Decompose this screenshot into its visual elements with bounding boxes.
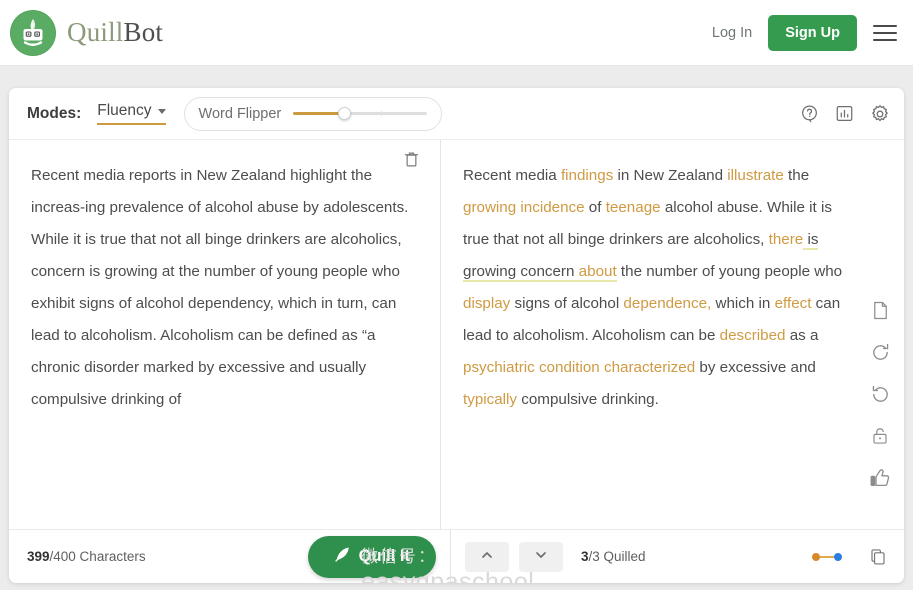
next-paraphrase-button[interactable] <box>519 541 563 572</box>
output-action-rail <box>856 300 904 489</box>
quilled-current: 3 <box>581 549 589 564</box>
signup-button[interactable]: Sign Up <box>768 14 857 51</box>
output-text-segment[interactable]: teenage <box>606 199 661 216</box>
copy-icon[interactable] <box>868 547 888 567</box>
legend-dot-structural-change <box>834 552 842 561</box>
redo-icon[interactable] <box>870 342 891 363</box>
editor-panels: Recent media reports in New Zealand high… <box>9 139 904 583</box>
chevron-up-icon <box>479 547 495 566</box>
document-icon[interactable] <box>870 300 891 321</box>
brand-name-bot: Bot <box>123 17 164 47</box>
modes-label: Modes: <box>27 104 82 122</box>
output-text-segment[interactable]: growing incidence <box>463 199 585 216</box>
output-text-segment[interactable]: dependence, <box>623 295 711 312</box>
chevron-down-icon <box>533 547 549 566</box>
mode-dropdown[interactable]: Fluency <box>97 102 166 125</box>
mode-toolbar: Modes: Fluency Word Flipper <box>9 88 904 139</box>
slider-fill <box>293 112 344 115</box>
word-flipper-control[interactable]: Word Flipper <box>183 96 442 131</box>
output-text-segment[interactable]: illustrate <box>727 167 784 184</box>
header-actions: Log In Sign Up <box>712 14 897 51</box>
output-text-segment[interactable]: effect <box>775 295 812 312</box>
quilled-counter: 3/3 Quilled <box>581 549 646 564</box>
quill-it-label: Quill It <box>358 547 410 565</box>
output-text-segment[interactable]: display <box>463 295 510 312</box>
help-circle-icon[interactable] <box>800 104 819 123</box>
hamburger-menu-icon[interactable] <box>873 24 897 41</box>
input-panel[interactable]: Recent media reports in New Zealand high… <box>9 140 441 529</box>
brand-name-quill: Quill <box>67 17 124 47</box>
character-counter: 399/400 Characters <box>27 549 146 564</box>
output-text-segment[interactable]: typically <box>463 391 517 408</box>
character-count-total: /400 Characters <box>49 549 146 564</box>
input-footer: 399/400 Characters Quill It <box>9 530 451 583</box>
quill-pen-icon <box>334 546 351 568</box>
output-footer: 3/3 Quilled <box>451 530 904 583</box>
chevron-down-icon <box>157 108 166 114</box>
brand-logo[interactable]: QuillBot <box>10 9 163 56</box>
legend-connector <box>820 555 834 558</box>
lock-icon[interactable] <box>870 426 890 446</box>
character-count-current: 399 <box>27 549 50 564</box>
trash-icon[interactable] <box>403 150 420 174</box>
output-text-segment[interactable]: psychiatric condition characterized <box>463 359 695 376</box>
output-text: Recent media findings in New Zealand ill… <box>463 160 846 416</box>
toolbar-icons <box>800 104 890 124</box>
quill-it-button[interactable]: Quill It <box>307 535 436 578</box>
paraphraser-card: Modes: Fluency Word Flipper Recent media… <box>9 88 904 583</box>
bar-chart-icon[interactable] <box>835 104 854 123</box>
output-text-segment: the <box>783 167 810 184</box>
previous-paraphrase-button[interactable] <box>465 541 509 572</box>
app-header: QuillBot Log In Sign Up <box>0 0 913 66</box>
quilled-total: /3 Quilled <box>588 549 646 564</box>
output-text-segment[interactable]: described <box>720 327 786 344</box>
output-text-segment: in New Zealand <box>613 167 728 184</box>
word-flipper-label: Word Flipper <box>198 105 282 122</box>
gear-icon[interactable] <box>870 104 890 124</box>
output-text-segment[interactable]: there <box>769 231 804 248</box>
thumbs-up-icon[interactable] <box>869 467 891 489</box>
quillbot-robot-logo <box>10 9 56 56</box>
output-text-segment: as a <box>785 327 819 344</box>
output-text-segment: of <box>584 199 606 216</box>
output-text-segment: Recent media <box>463 167 561 184</box>
output-text-segment: signs of alcohol <box>510 295 624 312</box>
undo-icon[interactable] <box>870 384 891 405</box>
card-footer: 399/400 Characters Quill It 3/3 Quilled <box>9 529 904 583</box>
slider-midpoint-tick <box>381 111 383 116</box>
login-link[interactable]: Log In <box>712 25 752 41</box>
output-panel[interactable]: Recent media findings in New Zealand ill… <box>441 140 904 529</box>
brand-name: QuillBot <box>67 17 163 48</box>
output-text-segment[interactable]: about <box>578 263 617 282</box>
output-text-segment: which in <box>711 295 775 312</box>
legend-dot-word-changed <box>812 552 820 561</box>
output-text-segment: the number of young people who <box>616 263 843 280</box>
input-text[interactable]: Recent media reports in New Zealand high… <box>31 160 414 416</box>
mode-dropdown-label: Fluency <box>97 102 152 119</box>
output-text-segment: by excessive and <box>695 359 816 376</box>
output-text-segment: compulsive drinking. <box>517 391 659 408</box>
word-flipper-slider[interactable] <box>293 107 427 120</box>
output-text-segment[interactable]: findings <box>561 167 613 184</box>
change-legend <box>812 552 842 561</box>
input-text-content: Recent media reports in New Zealand high… <box>31 167 409 408</box>
slider-thumb[interactable] <box>337 107 351 120</box>
